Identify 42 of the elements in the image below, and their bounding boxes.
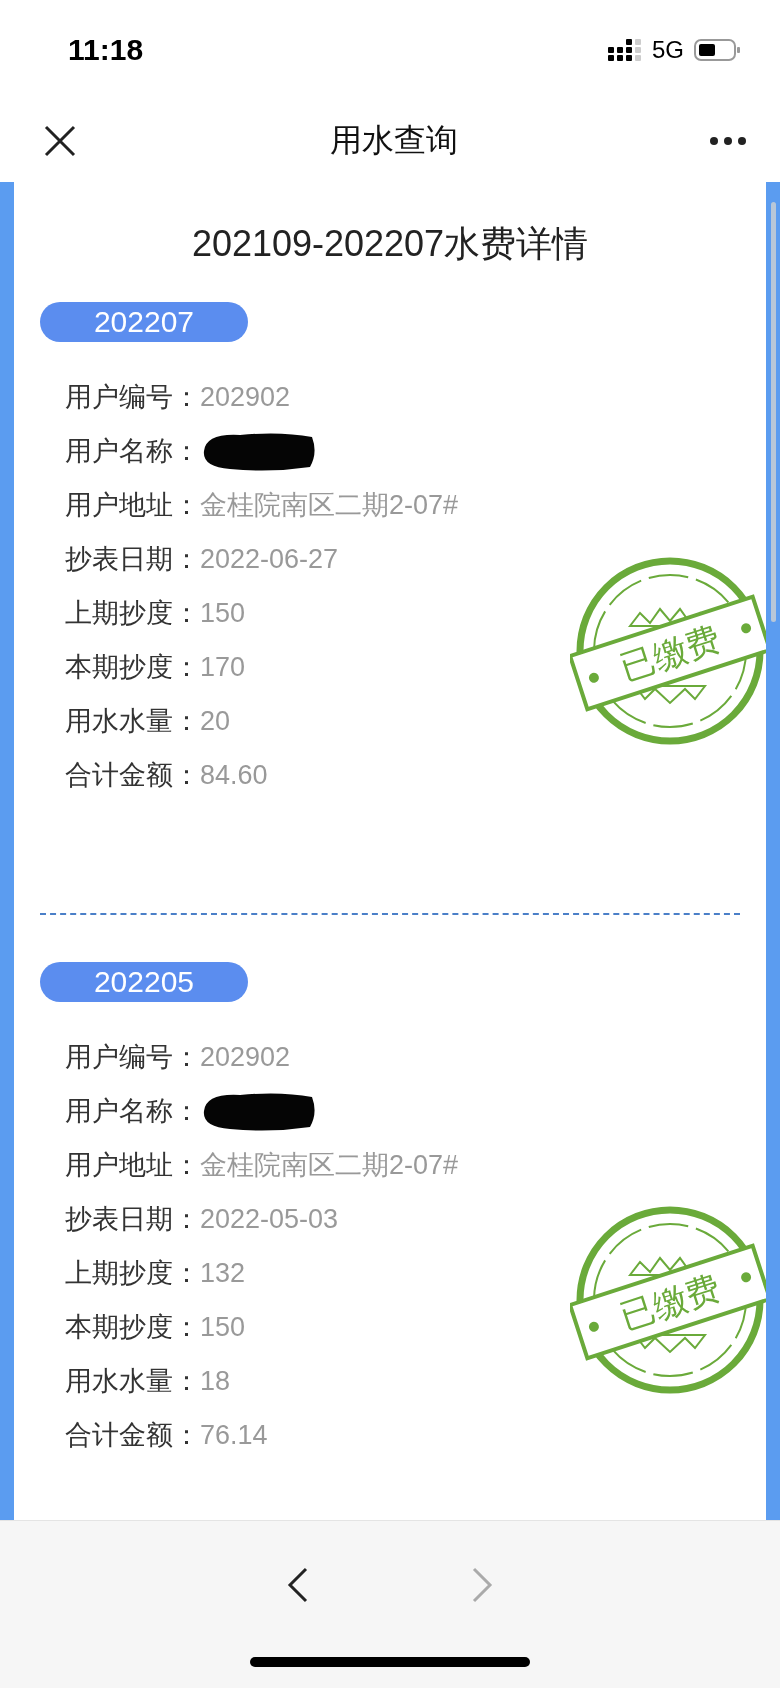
- status-time: 11:18: [68, 33, 144, 67]
- battery-icon: [694, 39, 740, 61]
- period-badge: 202205: [40, 962, 248, 1002]
- signal-icon: [608, 39, 642, 61]
- field-label: 用户名称：: [65, 1095, 200, 1128]
- field-value: 150: [200, 1311, 246, 1343]
- field-label: 本期抄度：: [65, 651, 200, 684]
- period-badge: 202207: [40, 302, 248, 342]
- field-value: 170: [200, 651, 246, 683]
- field-value: 18: [200, 1365, 231, 1397]
- field-value: 202902: [200, 381, 291, 413]
- page-title: 202109-202207水费详情: [190, 222, 590, 266]
- field-value: 132: [200, 1257, 246, 1289]
- field-label: 上期抄度：: [65, 597, 200, 630]
- field-value: 20: [200, 705, 231, 737]
- field-label: 抄表日期：: [65, 543, 200, 576]
- chevron-left-icon: [287, 1567, 309, 1603]
- field-label: 合计金额：: [65, 759, 200, 792]
- field-value: 150: [200, 597, 246, 629]
- field-label: 用户编号：: [65, 1041, 200, 1074]
- field-value: 金桂院南区二期2-07#: [200, 1149, 459, 1182]
- field-label: 用户地址：: [65, 1149, 200, 1182]
- field-label: 用户地址：: [65, 489, 200, 522]
- field-value: 84.60: [200, 759, 268, 791]
- network-label: 5G: [652, 36, 684, 64]
- field-label: 用户编号：: [65, 381, 200, 414]
- nav-title: 用水查询: [330, 121, 458, 160]
- field-label: 用户名称：: [65, 435, 200, 468]
- close-icon: [44, 125, 76, 157]
- field-value: 202902: [200, 1041, 291, 1073]
- chevron-right-icon: [471, 1567, 493, 1603]
- field-label: 用水水量：: [65, 1365, 200, 1398]
- field-value: 76.14: [200, 1419, 268, 1451]
- field-value: 2022-06-27: [200, 543, 339, 575]
- field-value: 2022-05-03: [200, 1203, 339, 1235]
- field-value: 金桂院南区二期2-07#: [200, 489, 459, 522]
- field-label: 抄表日期：: [65, 1203, 200, 1236]
- field-label: 本期抄度：: [65, 1311, 200, 1344]
- field-label: 用水水量：: [65, 705, 200, 738]
- more-icon: [709, 136, 747, 146]
- field-label: 上期抄度：: [65, 1257, 200, 1290]
- field-label: 合计金额：: [65, 1419, 200, 1452]
